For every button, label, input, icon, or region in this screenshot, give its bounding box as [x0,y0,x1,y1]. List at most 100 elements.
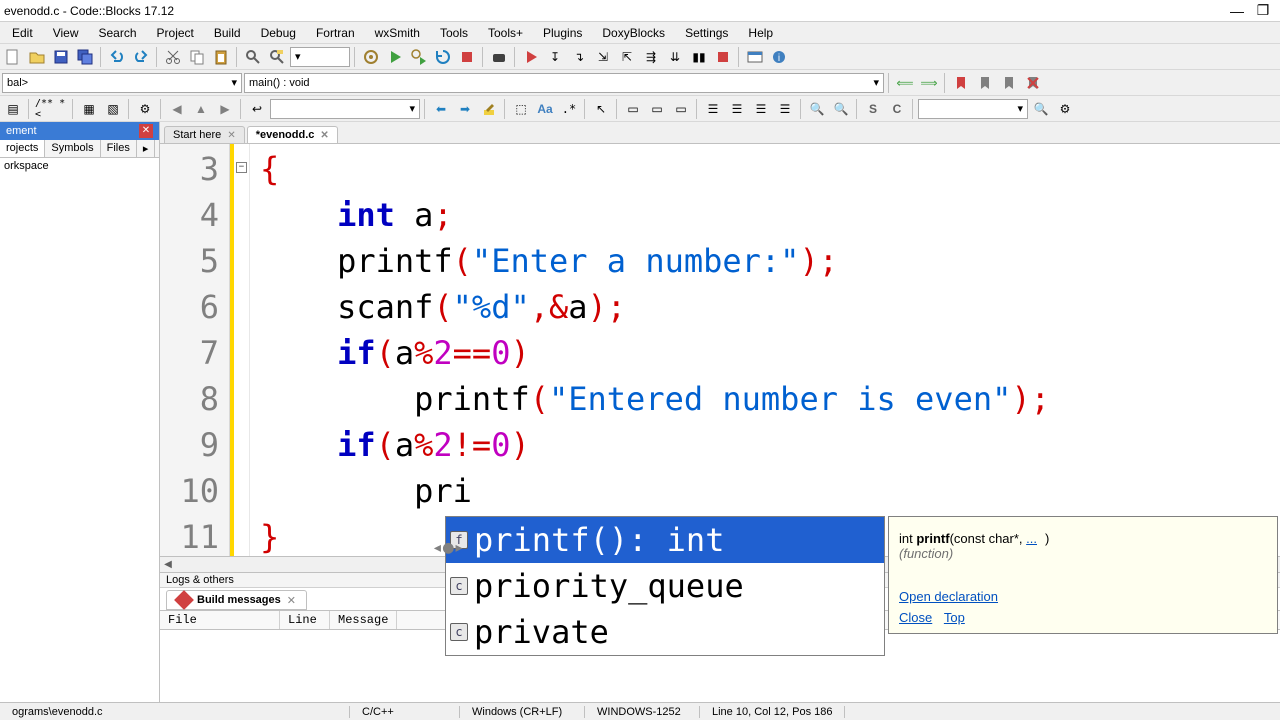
menu-edit[interactable]: Edit [2,24,43,42]
code-body[interactable]: { int a; printf("Enter a number:"); scan… [250,144,1280,556]
col-line[interactable]: Line [280,611,330,629]
tab-build-messages[interactable]: Build messages ✕ [166,590,307,610]
menu-build[interactable]: Build [204,24,251,42]
bookmark-next-icon[interactable] [998,72,1020,94]
doxy-html-icon[interactable]: ▦ [78,98,100,120]
debug-run-icon[interactable] [520,46,542,68]
stack3-icon[interactable]: ☰ [750,98,772,120]
stack2-icon[interactable]: ☰ [726,98,748,120]
tab-symbols[interactable]: Symbols [45,140,100,157]
jump-dropdown[interactable]: ▾ [270,99,420,119]
regex-icon[interactable]: .* [558,98,580,120]
maximize-button[interactable]: ❐ [1250,2,1276,19]
cut-icon[interactable] [162,46,184,68]
step-into-icon[interactable]: ⇲ [592,46,614,68]
menu-wxsmith[interactable]: wxSmith [365,24,430,42]
search-opts-icon[interactable]: ⚙ [1054,98,1076,120]
tab-files[interactable]: Files [101,140,137,157]
stop-debug-icon[interactable] [712,46,734,68]
search-dropdown[interactable]: ▾ [918,99,1028,119]
menu-search[interactable]: Search [88,24,146,42]
next-line-icon[interactable]: ↴ [568,46,590,68]
autocomplete-item[interactable]: f printf(): int [446,517,884,563]
jump-fwd-icon[interactable]: ⟹ [918,72,940,94]
menu-tools[interactable]: Tools [430,24,478,42]
build-target-dropdown[interactable]: ▾ [290,47,350,67]
close-icon[interactable]: ✕ [320,130,328,141]
jump-back-icon[interactable]: ⟸ [894,72,916,94]
build-run-icon[interactable] [408,46,430,68]
last-jump-icon[interactable]: ↩ [246,98,268,120]
abort-icon[interactable] [456,46,478,68]
new-file-icon[interactable] [2,46,24,68]
open-declaration-link[interactable]: Open declaration [899,589,998,604]
go-fwd-icon[interactable]: ➡ [454,98,476,120]
run-to-cursor-icon[interactable]: ↧ [544,46,566,68]
code-editor[interactable]: 34567891011 − { int a; printf("Enter a n… [160,144,1280,556]
menu-fortran[interactable]: Fortran [306,24,365,42]
zoom-out-icon[interactable]: 🔍 [830,98,852,120]
cursor-icon[interactable]: ↖ [590,98,612,120]
redo-icon[interactable] [130,46,152,68]
info-icon[interactable]: i [768,46,790,68]
block-comment-icon[interactable]: /** *< [34,98,68,120]
highlight-icon[interactable] [478,98,500,120]
step-instr-icon[interactable]: ⇊ [664,46,686,68]
rebuild-icon[interactable] [432,46,454,68]
autocomplete-popup[interactable]: ◂●▸ f printf(): int c priority_queue c p… [445,516,885,656]
go-back-icon[interactable]: ⬅ [430,98,452,120]
s-icon[interactable]: S [862,98,884,120]
find-icon[interactable] [242,46,264,68]
function-dropdown[interactable]: main() : void▾ [244,73,884,93]
col-file[interactable]: File [160,611,280,629]
panel-close-icon[interactable]: ✕ [139,124,153,138]
autocomplete-item[interactable]: c private [446,609,884,655]
stack1-icon[interactable]: ☰ [702,98,724,120]
build-icon[interactable] [360,46,382,68]
menu-help[interactable]: Help [738,24,783,42]
save-icon[interactable] [50,46,72,68]
bookmark-prev-icon[interactable] [974,72,996,94]
doxy-run-icon[interactable]: ▤ [2,98,24,120]
match-case-icon[interactable]: Aa [534,98,556,120]
run-icon[interactable] [384,46,406,68]
nav-up-icon[interactable]: ▲ [190,98,212,120]
doxy-config-icon[interactable]: ⚙ [134,98,156,120]
scope-dropdown[interactable]: bal>▾ [2,73,242,93]
minimize-button[interactable]: — [1224,3,1250,19]
workspace-node[interactable]: orkspace [4,160,155,172]
tab-start-here[interactable]: Start here ✕ [164,126,245,143]
bookmark-toggle-icon[interactable] [950,72,972,94]
tooltip-top-link[interactable]: Top [944,610,965,625]
menu-project[interactable]: Project [147,24,204,42]
nav-next-icon[interactable]: ▶ [214,98,236,120]
menu-toolsplus[interactable]: Tools+ [478,24,533,42]
step-out-icon[interactable]: ⇱ [616,46,638,68]
autocomplete-item[interactable]: c priority_queue [446,563,884,609]
nav-prev-icon[interactable]: ◀ [166,98,188,120]
box3-icon[interactable]: ▭ [670,98,692,120]
col-message[interactable]: Message [330,611,397,629]
menu-debug[interactable]: Debug [251,24,306,42]
tab-evenodd[interactable]: *evenodd.c ✕ [247,126,338,143]
box1-icon[interactable]: ▭ [622,98,644,120]
menu-plugins[interactable]: Plugins [533,24,592,42]
menu-doxyblocks[interactable]: DoxyBlocks [592,24,675,42]
menu-view[interactable]: View [43,24,89,42]
tab-projects[interactable]: rojects [0,140,45,157]
fold-toggle-icon[interactable]: − [236,162,247,173]
bookmark-clear-icon[interactable] [1022,72,1044,94]
search-exec-icon[interactable]: 🔍 [1030,98,1052,120]
menu-settings[interactable]: Settings [675,24,738,42]
select-icon[interactable]: ⬚ [510,98,532,120]
save-all-icon[interactable] [74,46,96,68]
open-icon[interactable] [26,46,48,68]
break-icon[interactable]: ▮▮ [688,46,710,68]
undo-icon[interactable] [106,46,128,68]
close-icon[interactable]: ✕ [287,594,296,607]
doxy-chm-icon[interactable]: ▧ [102,98,124,120]
next-instr-icon[interactable]: ⇶ [640,46,662,68]
paste-icon[interactable] [210,46,232,68]
tooltip-ellipsis-link[interactable]: ... [1026,531,1037,546]
c-icon[interactable]: C [886,98,908,120]
